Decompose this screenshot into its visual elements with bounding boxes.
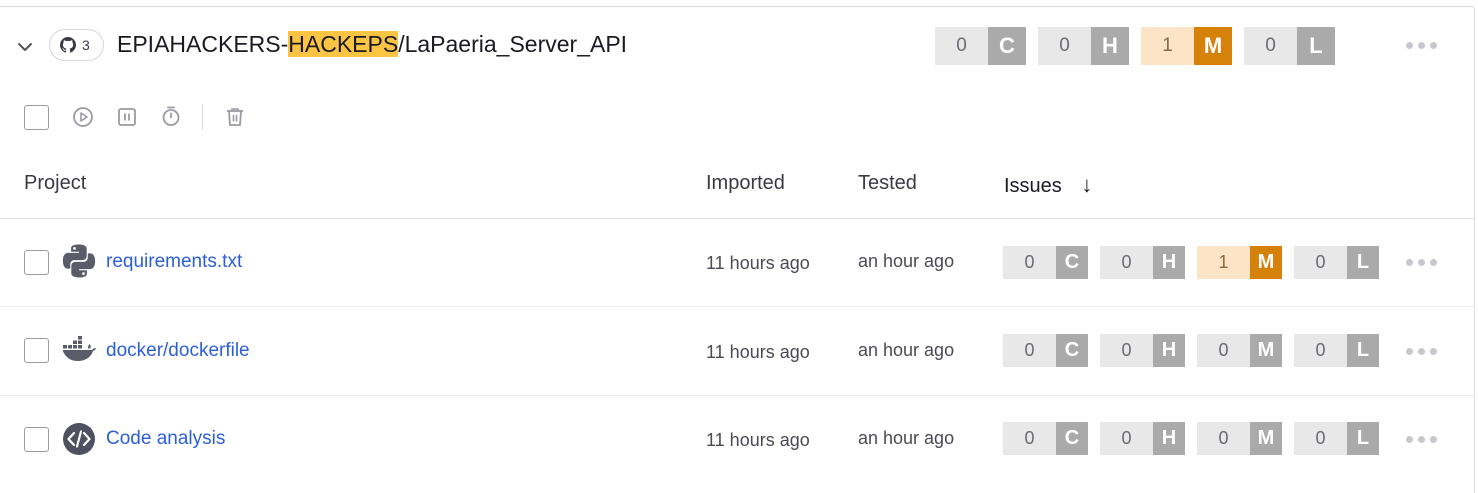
chevron-down-icon[interactable] <box>14 36 36 58</box>
row-critical-badge: 0 C <box>1003 422 1088 455</box>
column-header-tested[interactable]: Tested <box>858 172 917 195</box>
python-icon <box>62 244 96 278</box>
code-analysis-icon <box>63 423 95 455</box>
medium-letter: M <box>1250 422 1282 455</box>
play-circle-icon[interactable] <box>72 106 94 128</box>
summary-critical-badge: 0 C <box>935 27 1026 65</box>
imported-time: 11 hours ago <box>706 342 810 362</box>
low-letter: L <box>1347 422 1379 455</box>
high-letter: H <box>1153 334 1185 367</box>
row-low-badge: 0 L <box>1294 422 1379 455</box>
high-letter: H <box>1091 27 1129 65</box>
critical-count: 0 <box>1003 334 1056 367</box>
critical-count: 0 <box>1003 246 1056 279</box>
project-group-header: 3 EPIAHACKERS-HACKEPS/LaPaeria_Server_AP… <box>0 7 1474 85</box>
medium-count: 1 <box>1197 246 1250 279</box>
repo-title-highlight: HACKEPS <box>288 31 399 57</box>
row-divider <box>0 306 1475 307</box>
column-header-issues-label: Issues <box>1004 175 1062 197</box>
medium-count: 1 <box>1141 27 1194 65</box>
header-divider <box>0 218 1475 219</box>
row-medium-badge: 1 M <box>1197 246 1282 279</box>
tested-time: an hour ago <box>858 251 955 271</box>
low-count: 0 <box>1294 246 1347 279</box>
critical-letter: C <box>1056 334 1088 367</box>
medium-letter: M <box>1250 246 1282 279</box>
high-letter: H <box>1153 246 1185 279</box>
repo-source-count: 3 <box>82 37 90 53</box>
summary-low-badge: 0 L <box>1244 27 1335 65</box>
select-all-checkbox[interactable] <box>24 105 49 130</box>
column-header-project[interactable]: Project <box>24 172 86 195</box>
summary-high-badge: 0 H <box>1038 27 1129 65</box>
low-letter: L <box>1347 246 1379 279</box>
imported-time: 11 hours ago <box>706 430 810 450</box>
project-name-link[interactable]: docker/dockerfile <box>106 340 250 362</box>
row-checkbox[interactable] <box>24 427 49 452</box>
high-count: 0 <box>1100 334 1153 367</box>
row-medium-badge: 0 M <box>1197 422 1282 455</box>
high-count: 0 <box>1100 246 1153 279</box>
row-critical-badge: 0 C <box>1003 246 1088 279</box>
high-count: 0 <box>1038 27 1091 65</box>
repo-title-prefix: EPIAHACKERS- <box>117 31 289 57</box>
sort-arrow-down-icon: ↓ <box>1081 172 1093 197</box>
low-count: 0 <box>1244 27 1297 65</box>
repo-title-suffix: /LaPaeria_Server_API <box>398 31 628 57</box>
summary-medium-badge: 1 M <box>1141 27 1232 65</box>
critical-count: 0 <box>1003 422 1056 455</box>
project-name-link[interactable]: requirements.txt <box>106 251 242 273</box>
row-more-menu-button[interactable] <box>1406 436 1437 443</box>
github-icon <box>60 37 76 53</box>
row-divider <box>0 395 1475 396</box>
low-letter: L <box>1347 334 1379 367</box>
row-checkbox[interactable] <box>24 338 49 363</box>
timer-icon[interactable] <box>160 105 182 127</box>
pause-icon[interactable] <box>116 106 138 128</box>
row-low-badge: 0 L <box>1294 334 1379 367</box>
repo-source-pill[interactable]: 3 <box>49 29 104 61</box>
group-more-menu-button[interactable] <box>1406 42 1437 49</box>
column-header-issues[interactable]: Issues ↓ <box>1004 172 1092 198</box>
row-high-badge: 0 H <box>1100 246 1185 279</box>
high-letter: H <box>1153 422 1185 455</box>
low-letter: L <box>1297 27 1335 65</box>
row-low-badge: 0 L <box>1294 246 1379 279</box>
tested-time: an hour ago <box>858 428 955 448</box>
critical-letter: C <box>1056 422 1088 455</box>
low-count: 0 <box>1294 422 1347 455</box>
critical-letter: C <box>988 27 1026 65</box>
tested-time: an hour ago <box>858 340 955 360</box>
trash-icon[interactable] <box>224 106 246 128</box>
column-header-imported[interactable]: Imported <box>706 172 785 195</box>
repo-title[interactable]: EPIAHACKERS-HACKEPS/LaPaeria_Server_API <box>117 31 627 58</box>
medium-letter: M <box>1250 334 1282 367</box>
row-more-menu-button[interactable] <box>1406 259 1437 266</box>
low-count: 0 <box>1294 334 1347 367</box>
critical-count: 0 <box>935 27 988 65</box>
medium-count: 0 <box>1197 422 1250 455</box>
row-medium-badge: 0 M <box>1197 334 1282 367</box>
toolbar-divider <box>202 104 203 130</box>
high-count: 0 <box>1100 422 1153 455</box>
row-high-badge: 0 H <box>1100 334 1185 367</box>
row-checkbox[interactable] <box>24 250 49 275</box>
project-group-card: 3 EPIAHACKERS-HACKEPS/LaPaeria_Server_AP… <box>0 6 1475 493</box>
docker-icon <box>62 336 96 361</box>
critical-letter: C <box>1056 246 1088 279</box>
medium-letter: M <box>1194 27 1232 65</box>
imported-time: 11 hours ago <box>706 253 810 273</box>
project-name-link[interactable]: Code analysis <box>106 428 225 450</box>
row-critical-badge: 0 C <box>1003 334 1088 367</box>
medium-count: 0 <box>1197 334 1250 367</box>
row-high-badge: 0 H <box>1100 422 1185 455</box>
row-more-menu-button[interactable] <box>1406 348 1437 355</box>
